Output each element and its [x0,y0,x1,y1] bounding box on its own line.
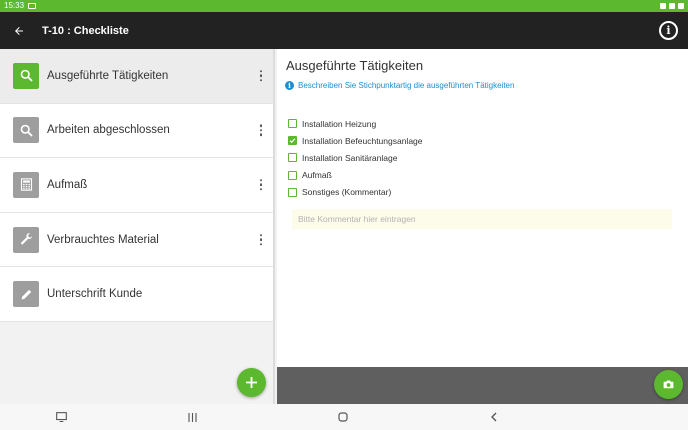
sidebar-item-label: Arbeiten abgeschlossen [47,124,170,137]
comment-input[interactable]: Bitte Kommentar hier eintragen [292,209,672,229]
sidebar-item-arbeiten-abgeschlossen[interactable]: Arbeiten abgeschlossen [0,103,273,159]
detail-panel: Ausgeführte Tätigkeiten i Beschreiben Si… [277,49,688,367]
checklist-item[interactable]: Aufmaß [288,167,423,184]
recents-button[interactable] [185,409,199,425]
hint-text: Beschreiben Sie Stichpunktartig die ausg… [298,81,515,90]
detail-title: Ausgeführte Tätigkeiten [286,58,424,73]
search-icon [13,117,39,144]
battery-icon [678,3,684,9]
detail-footer [277,367,688,404]
sidebar-item-unterschrift-kunde[interactable]: Unterschrift Kunde [0,267,273,322]
checklist-item-label: Installation Heizung [302,118,377,129]
screen-cast-button[interactable] [54,409,68,425]
screen-icon [55,412,67,422]
add-button[interactable] [237,368,266,397]
checklist-item[interactable]: Installation Befeuchtungsanlage [288,132,423,149]
more-vert-icon[interactable] [259,179,263,191]
pencil-icon [13,281,39,308]
wrench-icon [13,226,39,253]
sidebar-item-aufmass[interactable]: Aufmaß [0,158,273,213]
sidebar: Ausgeführte Tätigkeiten Arbeiten abgesch… [0,49,275,404]
status-time: 15:33 [4,1,25,10]
checklist-item-label: Aufmaß [302,170,332,181]
more-vert-icon[interactable] [259,70,263,82]
sidebar-item-label: Ausgeführte Tätigkeiten [47,69,169,82]
search-icon [13,62,39,89]
check-icon [289,138,296,144]
hint: i Beschreiben Sie Stichpunktartig die au… [285,81,514,90]
checklist-item[interactable]: Installation Sanitäranlage [288,149,423,166]
sidebar-item-verbrauchtes-material[interactable]: Verbrauchtes Material [0,212,273,268]
checklist-item-label: Installation Sanitäranlage [302,152,398,163]
more-vert-icon[interactable] [259,233,263,246]
camera-button[interactable] [654,370,683,399]
calculator-icon [13,171,39,198]
checklist-item[interactable]: Installation Heizung [288,115,423,132]
home-icon [338,412,348,422]
app-bar: T-10 : Checkliste i [0,12,688,49]
page-title: T-10 : Checkliste [42,24,129,37]
nav-back-button[interactable] [487,409,501,425]
home-button[interactable] [336,409,350,425]
status-bar: 15:33 [0,0,688,12]
chevron-left-icon [491,412,497,422]
wifi-icon [669,3,675,9]
notification-icon [28,3,37,9]
system-nav-bar [0,404,688,430]
checkbox[interactable] [288,187,297,197]
mute-icon [660,3,666,9]
arrow-left-icon [15,26,23,35]
more-vert-icon[interactable] [259,124,263,137]
sidebar-item-label: Verbrauchtes Material [47,233,159,246]
info-icon: i [285,81,294,90]
checklist-item[interactable]: Sonstiges (Kommentar) [288,184,423,201]
checkbox-checked[interactable] [288,136,297,146]
camera-icon [663,380,674,389]
back-button[interactable] [0,12,38,49]
sidebar-item-ausgefuehrte-taetigkeiten[interactable]: Ausgeführte Tätigkeiten [0,49,273,104]
recents-icon [187,412,197,422]
info-icon: i [666,24,671,37]
sidebar-item-label: Unterschrift Kunde [47,288,143,301]
plus-icon [246,377,257,388]
sidebar-item-label: Aufmaß [47,178,88,191]
checklist: Installation Heizung Installation Befeuc… [288,115,423,201]
checkbox[interactable] [288,153,297,163]
checklist-item-label: Sonstiges (Kommentar) [302,187,392,198]
checklist-item-label: Installation Befeuchtungsanlage [302,135,423,146]
checkbox[interactable] [288,170,297,180]
info-button[interactable]: i [659,21,678,40]
checkbox[interactable] [288,119,297,129]
